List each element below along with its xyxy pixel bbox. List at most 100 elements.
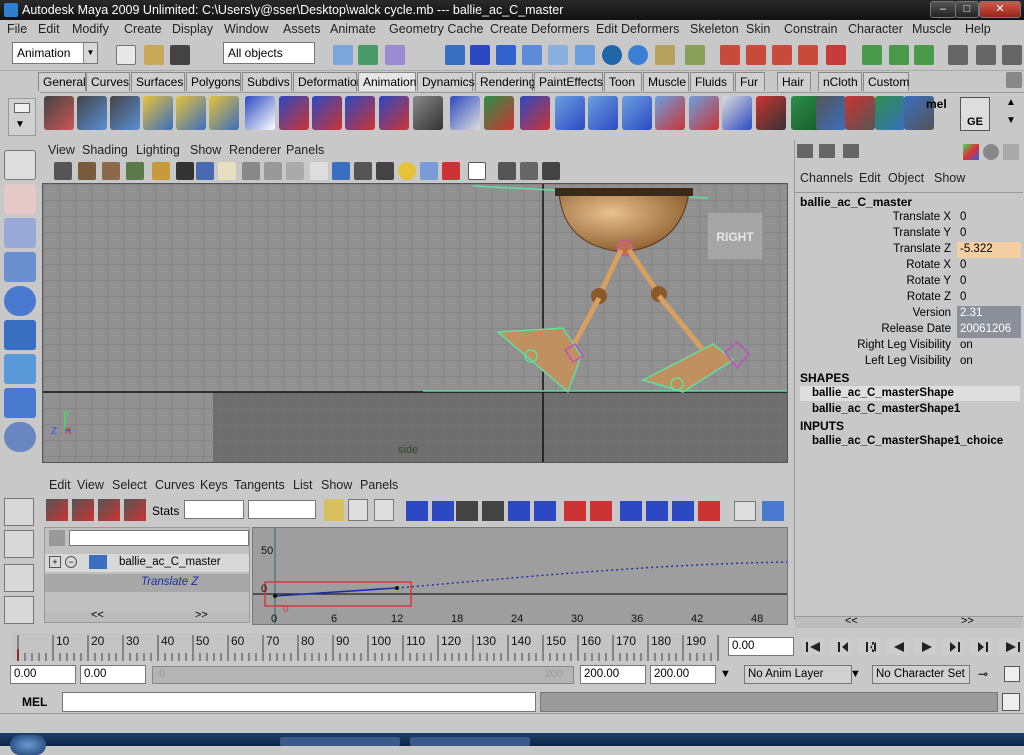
high-quality-icon[interactable] xyxy=(442,162,460,180)
shelf-tab-fluids[interactable]: Fluids xyxy=(690,72,734,91)
menu-skin[interactable]: Skin xyxy=(746,22,770,36)
channel-layer-mode-icon[interactable] xyxy=(843,144,859,158)
resolution-gate-icon[interactable] xyxy=(196,162,214,180)
joint-icon[interactable] xyxy=(245,96,275,130)
layout-icon-3[interactable] xyxy=(1002,45,1022,65)
shelf-tab-fur[interactable]: Fur xyxy=(735,72,765,91)
lattice-deform-keys-icon[interactable] xyxy=(124,499,146,521)
ik-tool-icon[interactable] xyxy=(279,96,309,130)
vp-menu-view[interactable]: View xyxy=(48,143,75,157)
snap-grid-icon[interactable] xyxy=(445,45,465,65)
safe-action-icon[interactable] xyxy=(264,162,282,180)
mel-script-label[interactable]: mel xyxy=(926,97,947,111)
shelf-tab-painteffects[interactable]: PaintEffects xyxy=(534,72,603,91)
trax-icon[interactable] xyxy=(875,96,905,130)
unify-tangents-icon[interactable] xyxy=(646,501,668,521)
shelf-tab-animation[interactable]: Animation xyxy=(358,72,416,91)
shade-wire-icon[interactable] xyxy=(376,162,394,180)
shelf-tab-custom[interactable]: Custom xyxy=(863,72,909,91)
save-scene-icon[interactable] xyxy=(170,45,190,65)
lock-icon[interactable] xyxy=(655,45,675,65)
ge-menu-view[interactable]: View xyxy=(77,478,104,492)
chevron-down-icon[interactable]: ▼ xyxy=(720,668,731,680)
select-tool-icon[interactable] xyxy=(4,150,36,180)
wire-icon[interactable] xyxy=(484,96,514,130)
menu-file[interactable]: File xyxy=(7,22,27,36)
shelf-tab-general[interactable]: General xyxy=(38,72,86,91)
vp-menu-panels[interactable]: Panels xyxy=(286,143,324,157)
outliner-attr-row[interactable]: Translate Z xyxy=(45,574,249,592)
close-button[interactable]: ✕ xyxy=(979,1,1021,18)
keyframe-point[interactable] xyxy=(395,586,399,590)
cb-menu-show[interactable]: Show xyxy=(934,171,965,185)
frame-selection-icon[interactable] xyxy=(348,499,368,521)
axis-icon[interactable] xyxy=(963,144,979,160)
ik-handle-icon[interactable] xyxy=(77,96,107,130)
scroll-left-icon[interactable]: << xyxy=(91,609,104,621)
chevron-down-icon[interactable]: ▼ xyxy=(850,668,861,680)
side-by-side-layout-icon[interactable] xyxy=(4,564,34,592)
brush-icon[interactable] xyxy=(1003,144,1019,160)
start-button-icon[interactable] xyxy=(10,735,46,755)
channel-value[interactable]: 2.31 xyxy=(957,306,1021,322)
shelf-tab-subdivs[interactable]: Subdivs xyxy=(242,72,292,91)
ik-spline-tool-icon[interactable] xyxy=(312,96,342,130)
taskbar-item[interactable] xyxy=(410,737,530,746)
shelf-options-button[interactable]: ▼ xyxy=(8,98,36,136)
spline-tangent-icon[interactable] xyxy=(406,501,428,521)
channel-row[interactable]: Left Leg Visibility on xyxy=(795,354,1023,370)
display-layer-icon[interactable] xyxy=(542,162,560,180)
scroll-right-icon[interactable]: >> xyxy=(961,615,974,627)
graph-curve-view[interactable]: 50 0 0 0 6 12 18 24 30 36 42 48 xyxy=(252,527,788,625)
linear-tangent-icon[interactable] xyxy=(456,501,478,521)
rotate-tool-icon[interactable] xyxy=(4,286,36,316)
trax-editor-icon[interactable] xyxy=(762,501,784,521)
ge-menu-panels[interactable]: Panels xyxy=(360,478,398,492)
ik-spline-icon[interactable] xyxy=(110,96,140,130)
menu-modify[interactable]: Modify xyxy=(72,22,109,36)
channel-row[interactable]: Translate Y 0 xyxy=(795,226,1023,242)
paint-weights-icon[interactable] xyxy=(756,96,786,130)
show-hide-tool-settings-icon[interactable] xyxy=(889,45,909,65)
new-scene-icon[interactable] xyxy=(116,45,136,65)
input-item[interactable]: ballie_ac_C_masterShape1_choice xyxy=(800,434,1020,449)
ge-menu-list[interactable]: List xyxy=(293,478,312,492)
ge-menu-curves[interactable]: Curves xyxy=(155,478,195,492)
ge-menu-edit[interactable]: Edit xyxy=(49,478,71,492)
range-slider[interactable]: 0 200 xyxy=(152,666,574,684)
layout-icon-2[interactable] xyxy=(976,45,996,65)
vp-menu-renderer[interactable]: Renderer xyxy=(229,143,281,157)
skin-weights-icon[interactable] xyxy=(722,96,752,130)
insert-key-tool-icon[interactable] xyxy=(72,499,94,521)
taskbar-item[interactable] xyxy=(280,737,400,746)
xray-joints-icon[interactable] xyxy=(498,162,516,180)
dope-sheet-icon[interactable] xyxy=(734,501,756,521)
character-set-dropdown[interactable]: No Character Set xyxy=(872,665,970,684)
vp-menu-lighting[interactable]: Lighting xyxy=(136,143,180,157)
shelf-tab-polygons[interactable]: Polygons xyxy=(186,72,241,91)
channel-value[interactable]: on xyxy=(957,354,1021,370)
move-tool-icon[interactable] xyxy=(4,252,36,282)
safe-title-icon[interactable] xyxy=(286,162,304,180)
snap-plane-icon[interactable] xyxy=(522,45,542,65)
key-icon[interactable]: ⊸ xyxy=(978,667,998,683)
render-current-icon[interactable] xyxy=(602,45,622,65)
magnet-icon-4[interactable] xyxy=(798,45,818,65)
channel-value[interactable]: -5.322 xyxy=(957,242,1021,258)
backface-icon[interactable] xyxy=(520,162,538,180)
channel-row[interactable]: Version 2.31 xyxy=(795,306,1023,322)
channel-name[interactable]: Translate X xyxy=(893,211,951,223)
channel-value[interactable]: on xyxy=(957,338,1021,354)
character-icon-3[interactable] xyxy=(622,96,652,130)
scale-tool-icon[interactable] xyxy=(4,320,36,350)
show-hide-channel-box-icon[interactable] xyxy=(914,45,934,65)
collapse-icon[interactable]: − xyxy=(65,556,77,568)
channel-name[interactable]: Rotate X xyxy=(906,259,951,271)
menu-animate[interactable]: Animate xyxy=(330,22,376,36)
soft-modification-icon[interactable] xyxy=(4,388,36,418)
snap-magnet-icon[interactable] xyxy=(826,45,846,65)
menu-create-deformers[interactable]: Create Deformers xyxy=(490,22,589,36)
channel-row[interactable]: Rotate Y 0 xyxy=(795,274,1023,290)
render-view-icon[interactable] xyxy=(575,45,595,65)
skin-bind-icon[interactable] xyxy=(655,96,685,130)
